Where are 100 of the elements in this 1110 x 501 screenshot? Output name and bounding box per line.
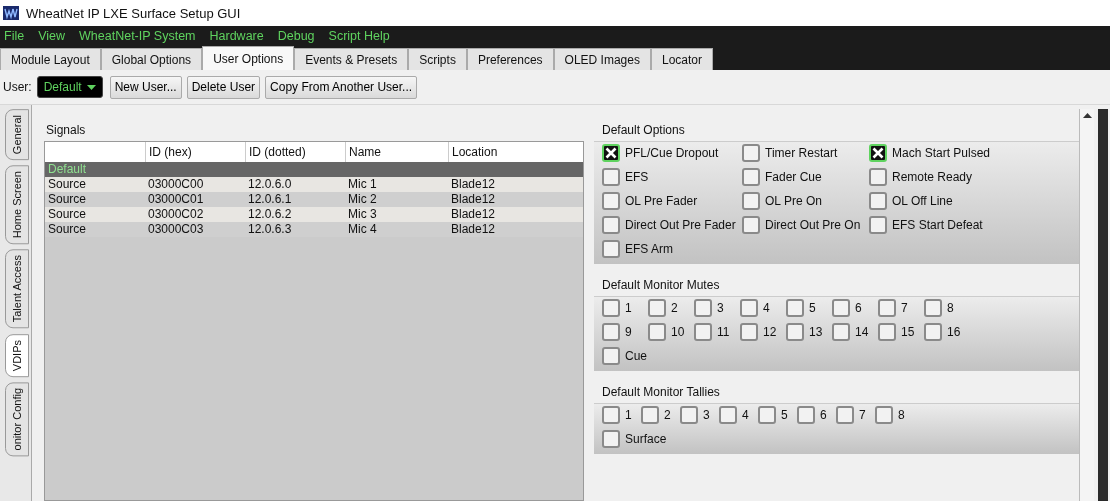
checkbox-label: OL Off Line [892,194,953,208]
tab[interactable]: Locator [650,48,713,70]
checkbox-label: 8 [947,301,954,315]
checkbox[interactable] [869,216,887,234]
toolbar-button[interactable]: Delete User [186,75,261,99]
table-cell-text: Source [47,192,88,207]
group-title: Default Monitor Mutes [601,277,721,294]
checkbox[interactable] [878,299,896,317]
scroll-up-icon[interactable] [1082,113,1092,118]
table-cell-text: 12.0.6.0 [247,177,293,192]
user-label: User: [3,80,32,94]
table-cell-text: Mic 4 [347,222,378,237]
checkbox[interactable] [602,144,620,162]
table-cell-text: Mic 2 [347,192,378,207]
side-tab[interactable]: VDIPs [5,333,29,377]
checkbox[interactable] [602,299,620,317]
menu-item[interactable]: Debug [277,29,315,43]
group-title: Default Monitor Tallies [601,384,721,401]
menu-item[interactable]: Script Help [328,29,390,43]
table-cell-text: 03000C02 [147,207,205,222]
checkbox[interactable] [836,406,854,424]
checkbox-label: 2 [671,301,678,315]
checkbox-label: PFL/Cue Dropout [625,146,719,160]
checkbox[interactable] [740,323,758,341]
checkbox[interactable] [786,323,804,341]
checkbox[interactable] [602,406,620,424]
checkbox[interactable] [648,299,666,317]
table-cell-text: 03000C00 [147,177,205,192]
checkbox[interactable] [875,406,893,424]
checkbox[interactable] [869,144,887,162]
side-tab[interactable]: Home Screen [5,165,29,245]
checkbox[interactable] [924,299,942,317]
table-cell-text: Blade12 [450,207,497,222]
checkbox[interactable] [758,406,776,424]
toolbar-button[interactable]: New User... [109,75,182,99]
checkbox[interactable] [832,323,850,341]
checkbox-label: 1 [625,408,632,422]
checkbox-label: 6 [855,301,862,315]
checkbox[interactable] [742,216,760,234]
menu-item[interactable]: File [4,29,25,43]
checkbox[interactable] [742,144,760,162]
group-row[interactable]: Default [45,162,583,177]
checkbox[interactable] [869,192,887,210]
checkbox[interactable] [602,168,620,186]
user-dropdown[interactable]: Default [36,76,103,98]
side-tab[interactable]: Talent Access [5,249,29,329]
menu-item[interactable]: Hardware [209,29,264,43]
table-row[interactable]: Source 03000C02 12.0.6.2 Mic 3 Blade12 [45,207,583,222]
checkbox[interactable] [869,168,887,186]
tab[interactable]: Global Options [100,48,203,70]
checkbox[interactable] [694,323,712,341]
checkbox-label: 3 [703,408,710,422]
table-cell-text: Source [47,177,88,192]
table-cell-text: 03000C01 [147,192,205,207]
checkbox[interactable] [742,168,760,186]
checkbox-label: 8 [898,408,905,422]
menu-item[interactable]: WheatNet-IP System [79,29,196,43]
checkbox-label: Surface [625,432,667,446]
menu-item[interactable]: View [38,29,66,43]
checkbox[interactable] [924,323,942,341]
checkbox[interactable] [878,323,896,341]
checkbox[interactable] [719,406,737,424]
side-tab[interactable]: onitor Config [5,381,29,457]
app-logo-icon [3,6,19,20]
checkbox[interactable] [602,192,620,210]
table-row[interactable]: Source 03000C01 12.0.6.1 Mic 2 Blade12 [45,192,583,207]
checkbox[interactable] [602,347,620,365]
table-cell-text: 12.0.6.3 [247,222,293,237]
checkbox-label: Direct Out Pre Fader [625,218,736,232]
checkbox[interactable] [602,323,620,341]
tab[interactable]: Module Layout [0,48,101,70]
tab[interactable]: OLED Images [553,48,651,70]
table-row[interactable]: Source 03000C03 12.0.6.3 Mic 4 Blade12 [45,222,583,237]
checkbox[interactable] [832,299,850,317]
checkbox[interactable] [602,430,620,448]
group-title: Default Options [601,122,686,139]
tab[interactable]: Events & Presets [294,48,409,70]
tab[interactable]: User Options [202,46,295,70]
checkbox[interactable] [602,240,620,258]
checkbox[interactable] [694,299,712,317]
checkbox[interactable] [680,406,698,424]
checkbox-label: 5 [781,408,788,422]
tab[interactable]: Scripts [408,48,467,70]
checkbox[interactable] [742,192,760,210]
table-row[interactable]: Source 03000C00 12.0.6.0 Mic 1 Blade12 [45,177,583,192]
checkbox[interactable] [648,323,666,341]
checkbox[interactable] [786,299,804,317]
table-cell-text: Blade12 [450,177,497,192]
checkbox-label: Fader Cue [765,170,822,184]
toolbar-button[interactable]: Copy From Another User... [265,75,418,99]
checkbox-label: Mach Start Pulsed [892,146,991,160]
side-tab[interactable]: General [5,109,29,161]
checkbox[interactable] [797,406,815,424]
tab[interactable]: Preferences [466,48,554,70]
checkbox[interactable] [641,406,659,424]
table-cell-text: Source [47,207,88,222]
checkbox[interactable] [740,299,758,317]
checkbox-label: 14 [855,325,869,339]
checkbox-label: Direct Out Pre On [765,218,861,232]
checkbox[interactable] [602,216,620,234]
